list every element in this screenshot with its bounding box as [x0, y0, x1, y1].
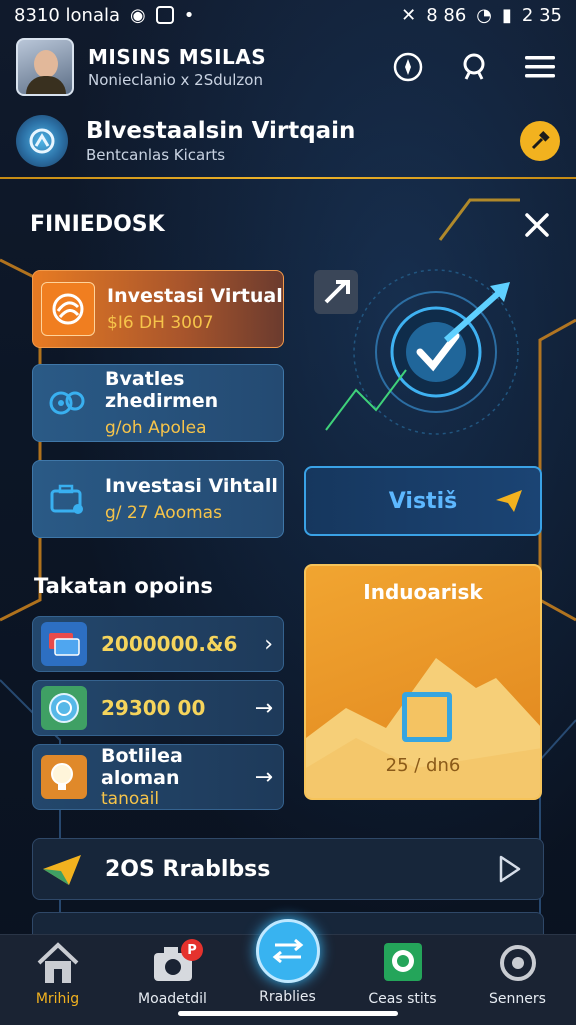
list-item-botlilea[interactable]: Botlilea aloman tanoail → [32, 744, 284, 810]
compass-button[interactable] [388, 47, 428, 87]
profile-header: MISINS MSILAS Nonieclanio x 2Sdulzon [16, 34, 560, 100]
card-investasi-virtual[interactable]: Investasi Virtual $I6 DH 3007 [32, 270, 284, 348]
swirl-icon [41, 282, 95, 336]
card-bvatles[interactable]: Bvatles zhedirmen g/oh Apolea [32, 364, 284, 442]
orange-card-title: Induoarisk [363, 580, 483, 604]
home-indicator[interactable] [178, 1011, 398, 1016]
section-title: Takatan opoins [34, 574, 213, 598]
orange-card-value: 25 / dn6 [385, 755, 461, 776]
status-bar: 8310 lonala ◉ • ✕ 8 86 ◔ ▮ 2 35 [0, 0, 576, 30]
nav-label: Rrablies [259, 989, 316, 1005]
card-investasi-vihtall[interactable]: Investasi Vihtall g/ 27 Aoomas [32, 460, 284, 538]
visit-button[interactable]: Vistiš [304, 466, 542, 536]
status-right-text: 8 86 [426, 4, 467, 26]
profile-subtitle: Nonieclanio x 2Sdulzon [88, 71, 263, 89]
growth-check-illustration [314, 269, 519, 435]
briefcase-icon [41, 473, 93, 525]
card-value: g/oh Apolea [105, 418, 207, 438]
search-button[interactable] [454, 47, 494, 87]
menu-button[interactable] [520, 47, 560, 87]
list-item-value: 29300 00 [101, 696, 206, 720]
play-icon[interactable] [489, 849, 529, 889]
clock: 2 35 [521, 4, 562, 26]
arrow-right-icon: → [254, 695, 273, 721]
card-value: g/ 27 Aoomas [105, 503, 222, 523]
nav-label: Ceas stits [368, 991, 437, 1007]
app-title: Blvestaalsin Virtqain [86, 118, 356, 144]
profile-name: MISINS MSILAS [88, 45, 267, 69]
swap-icon [255, 919, 320, 983]
card-title: Investasi Virtual [107, 285, 283, 307]
settings-icon [499, 945, 536, 981]
promo-row[interactable]: 2OS Rrablbss [32, 838, 544, 900]
list-item-amount-2[interactable]: 29300 00 → [32, 680, 284, 736]
nav-item-home[interactable]: Mrihig [0, 935, 115, 1025]
wifi-icon: ◔ [476, 4, 493, 26]
nav-item-settings[interactable]: Senners [460, 935, 575, 1025]
hammer-icon [531, 131, 550, 150]
panel-title: FINIEDOSK [30, 212, 165, 237]
menu-icon [525, 56, 555, 78]
avatar[interactable] [16, 38, 74, 96]
nav-label: Senners [489, 991, 546, 1007]
arrow-right-icon: → [254, 764, 273, 790]
app-subtitle: Bentcanlas Kicarts [86, 146, 226, 164]
app-title-row: Blvestaalsin Virtqain Bentcanlas Kicarts [16, 110, 560, 172]
card-stack-icon [41, 622, 87, 666]
lightbulb-icon [41, 755, 87, 799]
image-icon [155, 6, 174, 24]
list-item-amount-1[interactable]: 2000000.&6 › [32, 616, 284, 672]
list-item-title: Botlilea aloman [101, 745, 183, 789]
gears-icon [41, 377, 93, 429]
dot-icon: • [183, 4, 195, 26]
visit-button-label: Vistiš [388, 488, 458, 514]
tools-button[interactable] [520, 121, 560, 161]
notification-badge: P [181, 939, 203, 961]
app-logo-icon [16, 115, 68, 167]
battery-icon: ▮ [502, 4, 512, 26]
nav-label: Mrihig [35, 991, 80, 1007]
compass-icon [393, 52, 423, 82]
card-value: $I6 DH 3007 [107, 313, 214, 333]
promo-label: 2OS Rrablbss [105, 856, 271, 882]
paper-plane-icon [43, 855, 81, 885]
notification-icon: ◉ [130, 4, 146, 26]
list-item-subtitle: tanoail [101, 789, 160, 809]
card-title: Investasi Vihtall [105, 475, 278, 497]
send-icon [496, 490, 522, 512]
signal-icon: ✕ [401, 4, 417, 26]
induoarisk-card[interactable]: Induoarisk 25 / dn6 [304, 564, 542, 800]
list-item-value: 2000000.&6 [101, 632, 238, 656]
card-title: Bvatles zhedirmen [105, 368, 219, 412]
finance-panel: FINIEDOSK Investasi Virtual $I6 DH 3007 … [16, 200, 560, 828]
coin-icon [41, 686, 87, 730]
search-icon [463, 53, 485, 80]
close-icon[interactable] [520, 208, 554, 242]
home-icon [37, 942, 78, 983]
nav-label: Moadetdil [138, 991, 207, 1007]
chevron-right-icon: › [264, 631, 273, 657]
square-icon [402, 692, 452, 742]
header-divider [0, 177, 576, 179]
status-left-text: 8310 lonala [14, 4, 121, 26]
chat-icon [383, 943, 422, 981]
